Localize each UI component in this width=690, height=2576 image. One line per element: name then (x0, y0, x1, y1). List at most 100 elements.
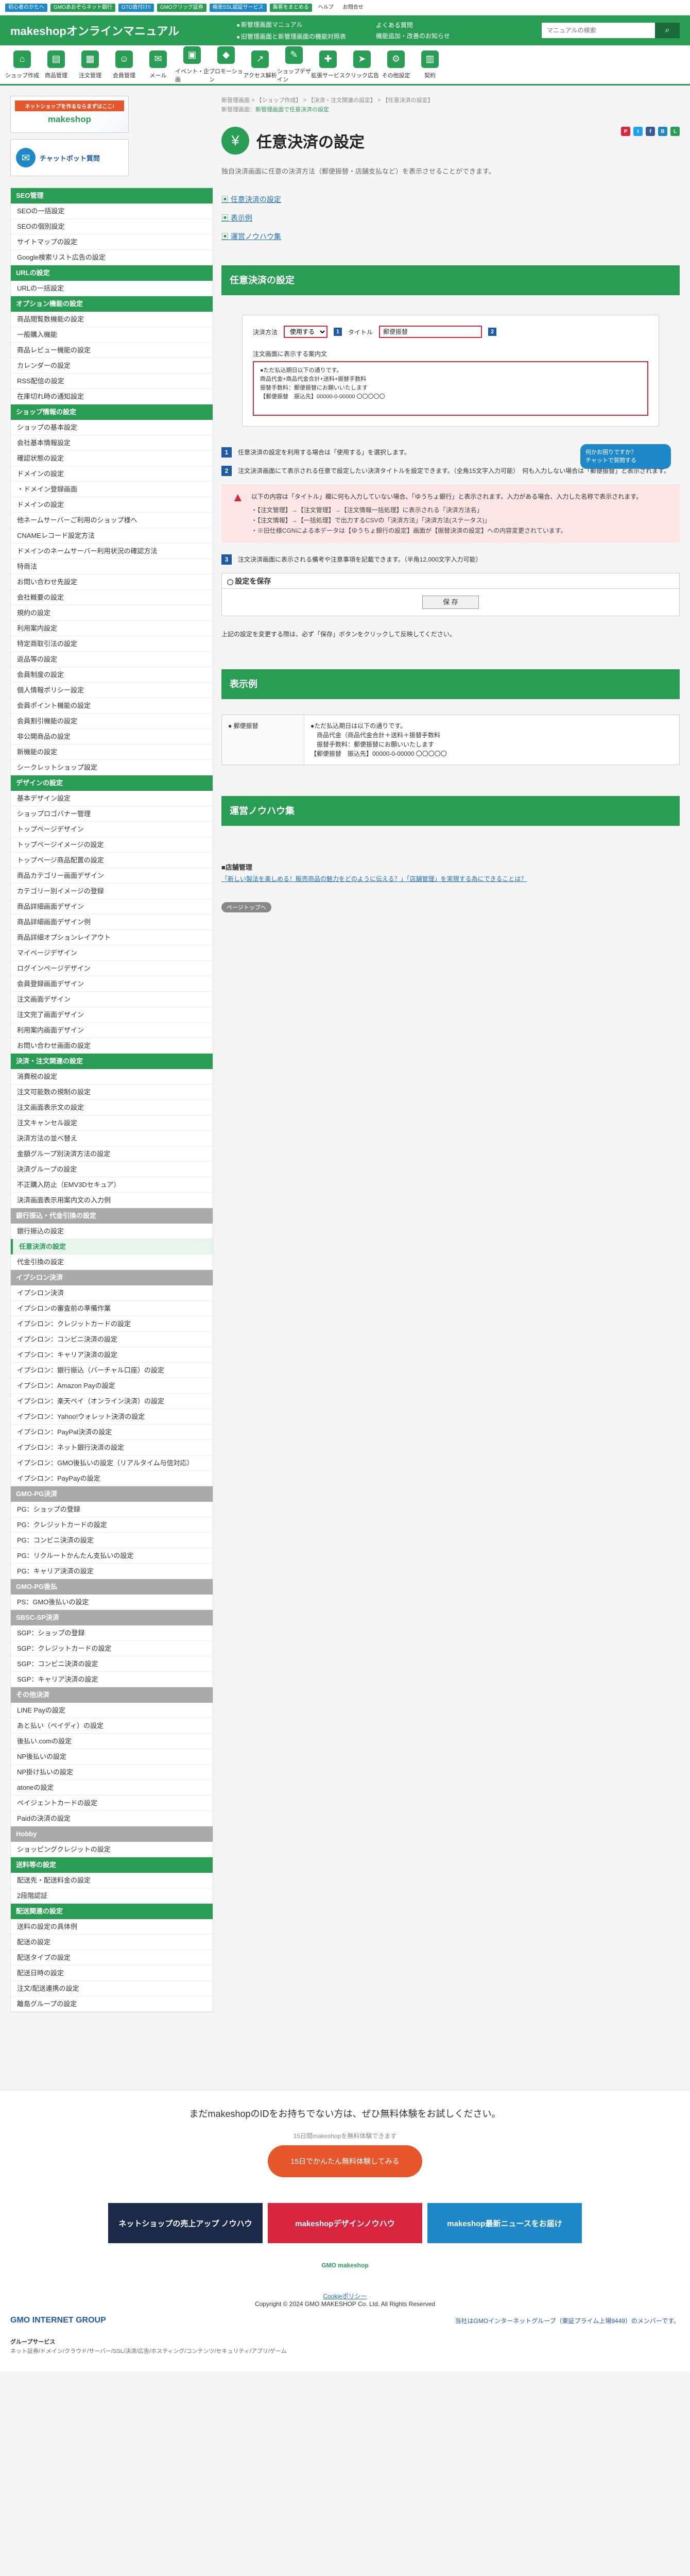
header-link-new-admin[interactable]: 新管理画面マニュアル (237, 20, 376, 29)
toc-link-settings[interactable]: 任意決済の設定 (221, 194, 680, 205)
sidebar-item[interactable]: 注文完了画面デザイン (11, 1007, 213, 1023)
sidebar-item[interactable]: ドメインの設定 (11, 466, 213, 482)
sidebar-item[interactable]: SGP：ショップの登録 (11, 1625, 213, 1641)
sidebar-item[interactable]: 決済グループの設定 (11, 1162, 213, 1177)
news-link[interactable]: 機能追加・改善のお知らせ (376, 31, 494, 40)
site-logo[interactable]: makeshopオンラインマニュアル (10, 22, 237, 39)
sidebar-item[interactable]: 会員登録画面デザイン (11, 976, 213, 992)
sidebar-item[interactable]: 商品カテゴリー画面デザイン (11, 868, 213, 884)
body-textarea[interactable]: ●ただ払込期日以下の通りです。 商品代金+商品代金合計+送料+振替手数料 振替手… (253, 361, 648, 416)
sidebar-item[interactable]: カレンダーの設定 (11, 358, 213, 374)
sidebar-group-heading[interactable]: オプション機能の設定 (11, 296, 213, 312)
sidebar-item[interactable]: 消費税の設定 (11, 1069, 213, 1084)
sidebar-item[interactable]: 代金引換の設定 (11, 1255, 213, 1270)
sidebar-item[interactable]: 任意決済の設定 (11, 1239, 213, 1255)
sidebar-item[interactable]: あと払い（ペイディ）の設定 (11, 1718, 213, 1734)
sidebar-item[interactable]: 新機能の設定 (11, 744, 213, 760)
sidebar-group-heading[interactable]: デザインの設定 (11, 775, 213, 791)
nav-item[interactable]: ▥ 契約 (413, 50, 447, 79)
knowhow-link[interactable]: 「新しい製法を楽しめる！販売商品の魅力をどのように伝える？」「店舗管理」を実現す… (221, 875, 527, 883)
sidebar-item[interactable]: 商品詳細画面デザイン例 (11, 914, 213, 930)
top-link[interactable]: GTO直付け!! (118, 3, 154, 12)
sidebar-item[interactable]: 注文画面デザイン (11, 992, 213, 1007)
breadcrumb-link[interactable]: 新管理画面で任意決済の設定 (255, 107, 329, 113)
gmo-group-logo[interactable]: GMO INTERNET GROUP (10, 2316, 106, 2325)
sidebar-item[interactable]: イプシロン：Amazon Payの設定 (11, 1378, 213, 1394)
sidebar-item[interactable]: RSS配信の設定 (11, 374, 213, 389)
sidebar-item[interactable]: イプシロン：キャリア決済の設定 (11, 1347, 213, 1363)
sidebar-item[interactable]: 返品等の設定 (11, 652, 213, 667)
sidebar-item[interactable]: イプシロン：楽天ペイ（オンライン決済）の設定 (11, 1394, 213, 1409)
nav-item[interactable]: ⚙ その他設定 (379, 50, 413, 79)
top-link[interactable]: お問合せ (340, 4, 367, 12)
sidebar-item[interactable]: ショッピングクレジットの設定 (11, 1842, 213, 1857)
sidebar-item[interactable]: PG：キャリア決済の設定 (11, 1564, 213, 1579)
sidebar-item[interactable]: ショップロゴバナー管理 (11, 806, 213, 822)
sidebar-group-heading[interactable]: 送料等の設定 (11, 1857, 213, 1873)
sidebar-group-heading[interactable]: URLの設定 (11, 265, 213, 281)
sidebar-item[interactable]: 一般購入機能 (11, 327, 213, 343)
sidebar-item[interactable]: PG：クレジットカードの設定 (11, 1517, 213, 1533)
banner-chatbot[interactable]: ✉ チャットボット質問 (10, 139, 129, 176)
top-link[interactable]: 初心者のかたへ (5, 3, 47, 12)
sidebar-group-heading[interactable]: 決済・注文関連の設定 (11, 1054, 213, 1069)
use-select[interactable]: 使用する (284, 326, 328, 338)
sidebar-item[interactable]: ログインページデザイン (11, 961, 213, 976)
nav-item[interactable]: ✚ 拡張サービス (311, 50, 345, 79)
sidebar-item[interactable]: トップページイメージの設定 (11, 837, 213, 853)
sidebar-item[interactable]: イプシロン：クレジットカードの設定 (11, 1316, 213, 1332)
sidebar-item[interactable]: 注文可能数の規制の設定 (11, 1084, 213, 1100)
banner-design-knowhow[interactable]: makeshopデザインノウハウ (268, 2203, 422, 2243)
sidebar-item[interactable]: SGP：クレジットカードの設定 (11, 1641, 213, 1656)
sidebar-item[interactable]: イプシロン：銀行振込（バーチャル口座）の設定 (11, 1363, 213, 1378)
sidebar-item[interactable]: SGP：キャリア決済の設定 (11, 1672, 213, 1687)
sidebar-item[interactable]: イプシロン：GMO後払いの設定（リアルタイム与信対応） (11, 1455, 213, 1471)
sidebar-item[interactable]: NP掛け払いの設定 (11, 1765, 213, 1780)
sidebar-group-heading[interactable]: SEO管理 (11, 188, 213, 204)
nav-item[interactable]: ▦ 注文管理 (73, 50, 107, 79)
pinterest-icon[interactable]: P (621, 127, 630, 136)
sidebar-item[interactable]: PG：リクルートかんたん支払いの設定 (11, 1548, 213, 1564)
sidebar-item[interactable]: 会員ポイント機能の設定 (11, 698, 213, 714)
banner-sales-knowhow[interactable]: ネットショップの売上アップ ノウハウ (108, 2203, 263, 2243)
sidebar-item[interactable]: 配送日時の設定 (11, 1965, 213, 1981)
sidebar-item[interactable]: PG：ショップの登録 (11, 1502, 213, 1517)
sidebar-item[interactable]: 規約の設定 (11, 605, 213, 621)
sidebar-item[interactable]: イプシロンの審査前の準備作業 (11, 1301, 213, 1316)
sidebar-item[interactable]: ドメインの設定 (11, 497, 213, 513)
sidebar-item[interactable]: 配送タイプの設定 (11, 1950, 213, 1965)
hatena-icon[interactable]: B (658, 127, 667, 136)
nav-item[interactable]: ▤ 商品管理 (39, 50, 73, 79)
sidebar-item[interactable]: 離島グループの設定 (11, 1996, 213, 2012)
sidebar-item[interactable]: イプシロン：Yahoo!ウォレット決済の設定 (11, 1409, 213, 1425)
sidebar-item[interactable]: 不正購入防止（EMV3Dセキュア） (11, 1177, 213, 1193)
sidebar-item[interactable]: 商品閲覧数機能の設定 (11, 312, 213, 327)
sidebar-group-heading[interactable]: GMO-PG後払 (11, 1579, 213, 1595)
sidebar-item[interactable]: サイトマップの設定 (11, 234, 213, 250)
toc-link-example[interactable]: 表示例 (221, 213, 680, 223)
top-link[interactable]: 格安SSL認証サービス (209, 3, 267, 12)
banner-news[interactable]: makeshop最新ニュースをお届け (427, 2203, 582, 2243)
toc-link-knowhow[interactable]: 運営ノウハウ集 (221, 231, 680, 242)
search-icon[interactable]: ⌕ (655, 23, 680, 38)
top-link[interactable]: 集客をまとめる (269, 3, 312, 12)
twitter-icon[interactable]: t (633, 127, 643, 136)
sidebar-item[interactable]: 金額グループ別決済方法の設定 (11, 1146, 213, 1162)
sidebar-item[interactable]: 個人情報ポリシー設定 (11, 683, 213, 698)
sidebar-item[interactable]: 非公開商品の設定 (11, 729, 213, 744)
sidebar-item[interactable]: 2段階認証 (11, 1888, 213, 1904)
top-link[interactable]: ヘルプ (315, 4, 337, 12)
sidebar-item[interactable]: 銀行振込の設定 (11, 1224, 213, 1239)
title-input[interactable]: 郵便振替 (379, 326, 482, 338)
sidebar-group-heading[interactable]: イプシロン決済 (11, 1270, 213, 1285)
sidebar-item[interactable]: 商品詳細オプションレイアウト (11, 930, 213, 945)
sidebar-group-heading[interactable]: 配送関連の設定 (11, 1904, 213, 1919)
sidebar-item[interactable]: 商品詳細画面デザイン (11, 899, 213, 914)
sidebar-item[interactable]: 注文画面表示文の設定 (11, 1100, 213, 1115)
nav-item[interactable]: ☺ 会員管理 (107, 50, 141, 79)
sidebar-item[interactable]: Google検索リスト広告の設定 (11, 250, 213, 265)
nav-item[interactable]: ↗ アクセス解析 (243, 50, 277, 79)
save-button[interactable]: 保 存 (422, 596, 479, 609)
sidebar-item[interactable]: イプシロン：PayPayの設定 (11, 1471, 213, 1486)
sidebar-item[interactable]: 会社概要の設定 (11, 590, 213, 605)
